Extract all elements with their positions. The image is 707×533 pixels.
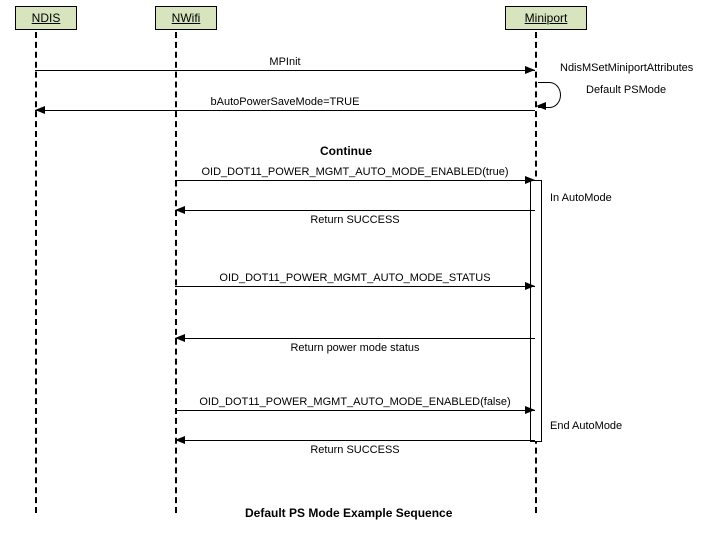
message-line xyxy=(175,410,535,411)
message-label: MPInit xyxy=(269,56,300,68)
arrow-head-icon xyxy=(175,436,185,444)
arrow-head-icon xyxy=(525,282,535,290)
message-line xyxy=(175,210,535,211)
note-end-automode: End AutoMode xyxy=(550,420,622,432)
lifeline-ndis xyxy=(35,32,37,513)
message-label: OID_DOT11_POWER_MGMT_AUTO_MODE_ENABLED(f… xyxy=(199,396,510,408)
participant-ndis: NDIS xyxy=(15,6,77,30)
arrow-head-icon xyxy=(175,334,185,342)
arrow-head-icon xyxy=(175,206,185,214)
message-label: Return power mode status xyxy=(290,342,419,354)
self-call-arrow-head xyxy=(536,102,546,110)
message-label: Return SUCCESS xyxy=(310,444,399,456)
message-label: bAutoPowerSaveMode=TRUE xyxy=(211,96,360,108)
message-line xyxy=(175,286,535,287)
arrow-head-icon xyxy=(525,66,535,74)
activation-miniport-automode xyxy=(530,180,542,442)
message-line xyxy=(35,110,535,111)
sequence-diagram: NDIS NWifi Miniport MPInit bAutoPowerSave… xyxy=(0,0,707,533)
arrow-head-icon xyxy=(35,106,45,114)
participant-label: NWifi xyxy=(172,11,201,25)
participant-label: Miniport xyxy=(525,11,568,25)
note-ndis-attributes: NdisMSetMiniportAttributes xyxy=(560,62,693,74)
arrow-head-icon xyxy=(525,176,535,184)
continue-label: Continue xyxy=(320,144,372,158)
message-label: OID_DOT11_POWER_MGMT_AUTO_MODE_STATUS xyxy=(219,272,490,284)
message-label: OID_DOT11_POWER_MGMT_AUTO_MODE_ENABLED(t… xyxy=(201,166,508,178)
message-line xyxy=(175,440,535,441)
participant-label: NDIS xyxy=(32,11,61,25)
participant-miniport: Miniport xyxy=(505,6,587,30)
message-label: Return SUCCESS xyxy=(310,214,399,226)
note-default-psmode: Default PSMode xyxy=(586,84,666,96)
diagram-title: Default PS Mode Example Sequence xyxy=(245,506,452,520)
note-in-automode: In AutoMode xyxy=(550,192,612,204)
message-line xyxy=(175,338,535,339)
arrow-head-icon xyxy=(525,406,535,414)
participant-nwifi: NWifi xyxy=(155,6,217,30)
message-line xyxy=(35,70,535,71)
message-line xyxy=(175,180,535,181)
